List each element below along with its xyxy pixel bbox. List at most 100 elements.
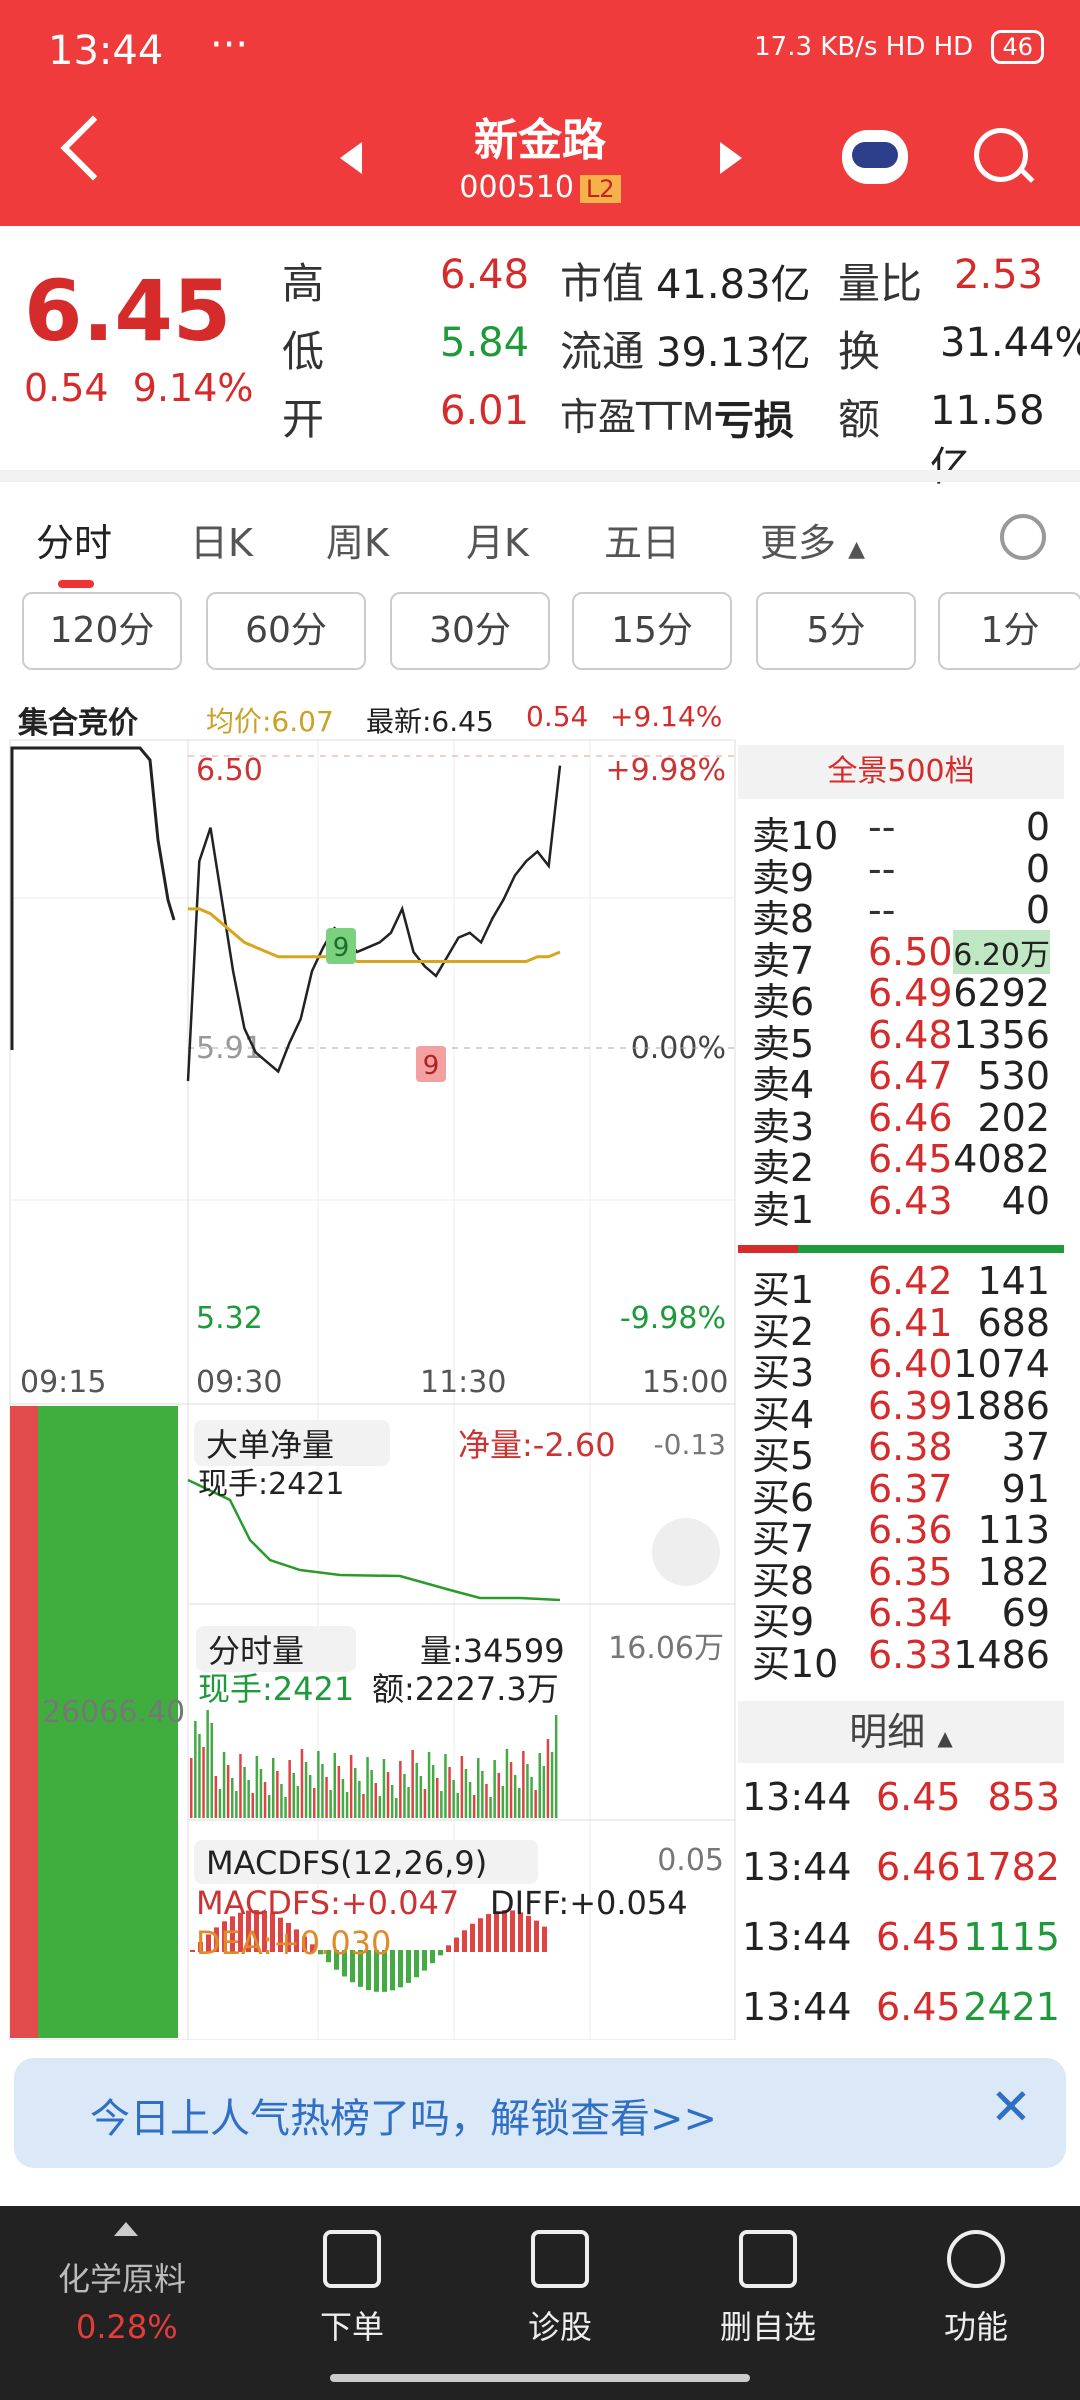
tab-five-day[interactable]: 五日 [604,512,680,567]
volume-bar [259,1769,263,1818]
period-15[interactable]: 15分 [572,592,732,670]
menu-icon [947,2230,1005,2288]
sell-price: -- [868,888,896,932]
macd-bar [542,1926,547,1952]
detail-price: 6.45 [876,1985,961,2029]
volume-bar [325,1777,328,1818]
open-label: 开 [282,395,325,444]
volume-bar [386,1772,390,1818]
macd-bar [478,1918,483,1952]
buy-row[interactable]: 买2 6.41 688 [738,1301,1064,1354]
float-value: 39.13亿 [656,330,811,376]
detail-volume: 853 [987,1775,1060,1819]
period-30[interactable]: 30分 [390,592,550,670]
volume-bar [415,1763,418,1818]
vol-ratio-value: 2.53 [954,252,1044,298]
volume-bar [194,1721,197,1818]
sell-row[interactable]: 卖10 -- 0 [738,805,1064,858]
notice-banner[interactable]: 今日上人气热榜了吗，解锁查看>> ✕ [14,2058,1066,2168]
buy-volume: 141 [977,1259,1050,1303]
macd-bar [446,1945,451,1952]
volume-bar [395,1798,398,1818]
tab-monthly[interactable]: 月K [466,512,529,567]
tab-intraday[interactable]: 分时 [36,512,112,567]
buy-row[interactable]: 买8 6.35 182 [738,1550,1064,1603]
detail-price: 6.45 [876,1915,961,1959]
macd-bar [190,1950,195,1952]
buy-row[interactable]: 买10 6.33 1486 [738,1633,1064,1686]
vol-left-label: 26066.40 [42,1695,185,1730]
tab-weekly[interactable]: 周K [326,512,389,567]
buy-price: 6.42 [868,1259,953,1303]
volume-bar [222,1752,226,1818]
order-book-title[interactable]: 全景500档 [738,745,1064,799]
book-divider [738,1245,1064,1253]
order-button[interactable]: 下单 [262,2230,442,2348]
buy-volume: 37 [1001,1425,1050,1469]
period-5[interactable]: 5分 [756,592,916,670]
sell-row[interactable]: 卖9 -- 0 [738,847,1064,900]
volume-bar [354,1768,357,1818]
sell-price: 6.47 [868,1054,953,1098]
sell-row[interactable]: 卖3 6.46 202 [738,1096,1064,1149]
volume-bar [509,1762,513,1818]
volume-bar [272,1758,275,1818]
volume-bar [288,1760,291,1818]
buy-row[interactable]: 买9 6.34 69 [738,1591,1064,1644]
buy-row[interactable]: 买6 6.37 91 [738,1467,1064,1520]
period-120[interactable]: 120分 [22,592,182,670]
buy-row[interactable]: 买3 6.40 1074 [738,1342,1064,1395]
detail-row: 13:44 6.46 1782 [738,1845,1064,1889]
buy-row[interactable]: 买7 6.36 113 [738,1508,1064,1561]
close-icon[interactable]: ✕ [990,2078,1032,2136]
period-60[interactable]: 60分 [206,592,366,670]
sell-volume: 40 [1001,1178,1050,1223]
buy-price: 6.36 [868,1508,953,1552]
diff-value: DIFF:+0.054 [490,1884,688,1922]
notice-text[interactable]: 今日上人气热榜了吗，解锁查看>> [90,2086,717,2144]
sell-level-label: 卖1 [752,1187,815,1232]
volume-bar [337,1766,341,1818]
diagnose-button[interactable]: 诊股 [470,2230,650,2348]
macd-scale: 0.05 [657,1843,724,1878]
triangle-up-icon: ▲ [937,1726,953,1750]
intraday-chart[interactable]: 6.50 5.91 5.32 +9.98% 0.00% -9.98% 9 9 0… [0,680,740,2040]
expand-up-icon[interactable] [114,2222,138,2236]
buy-row[interactable]: 买1 6.42 141 [738,1259,1064,1312]
buy-row[interactable]: 买5 6.38 37 [738,1425,1064,1478]
sell-row[interactable]: 卖2 6.45 4082 [738,1137,1064,1190]
sell-row[interactable]: 卖4 6.47 530 [738,1054,1064,1107]
tab-daily[interactable]: 日K [190,512,253,567]
sector-name[interactable]: 化学原料 [58,2254,186,2300]
search-icon[interactable] [974,128,1028,182]
sell-row[interactable]: 卖1 6.43 40 [738,1178,1064,1232]
function-button[interactable]: 功能 [886,2230,1066,2348]
sell-row[interactable]: 卖7 6.50 6.20万 [738,929,1064,983]
sell-price: -- [868,805,896,849]
sell-row[interactable]: 卖8 -- 0 [738,888,1064,941]
period-1[interactable]: 1分 [938,592,1080,670]
stock-code: 000510 [459,170,574,205]
volume-bar [505,1749,509,1818]
settings-icon[interactable] [1000,514,1046,560]
sell-row[interactable]: 卖6 6.49 6292 [738,971,1064,1024]
volume-bar [374,1783,377,1818]
buy-row[interactable]: 买4 6.39 1886 [738,1384,1064,1437]
robot-assistant-icon[interactable] [842,130,908,184]
tab-more-label: 更多 [760,521,837,565]
price-high-label: 6.50 [196,753,263,788]
volume-label: 分时量 [208,1632,304,1670]
volume-bar [411,1750,414,1818]
pct-high-label: +9.98% [606,753,726,788]
remove-watch-button[interactable]: 删自选 [678,2230,858,2348]
volume-bar [362,1794,365,1818]
sell-price: 6.50 [868,929,953,974]
volume-bar [542,1766,546,1818]
order-label: 下单 [319,2308,384,2346]
sell-row[interactable]: 卖5 6.48 1356 [738,1013,1064,1066]
vol-ratio-label: 量比 [838,259,923,308]
tab-more[interactable]: 更多 ▲ [760,512,865,567]
detail-header[interactable]: 明细 ▲ [738,1701,1064,1763]
stock-code-line: 000510 L2 [0,170,1080,205]
home-indicator[interactable] [330,2374,750,2382]
